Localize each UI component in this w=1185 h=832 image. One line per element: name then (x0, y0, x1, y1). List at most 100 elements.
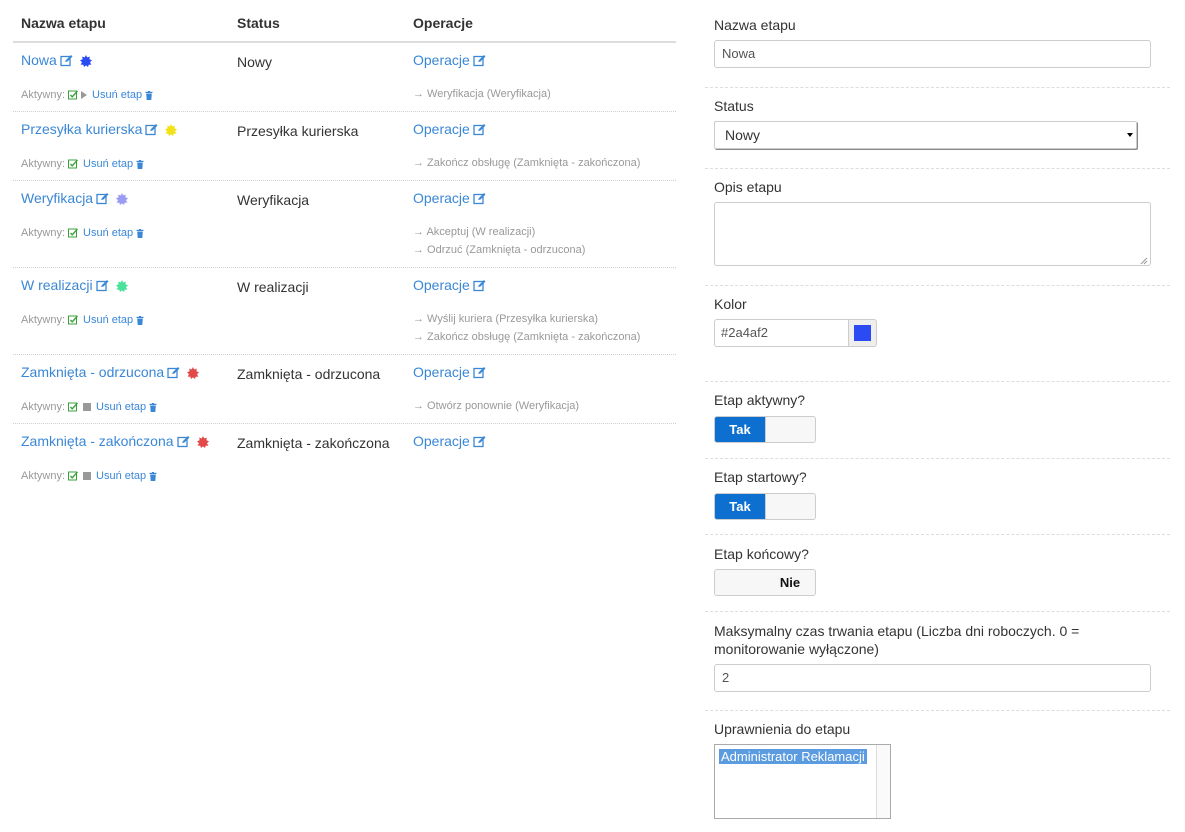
transition-item: → Weryfikacja (Weryfikacja) (413, 88, 551, 100)
color-input[interactable]: #2a4af2 (714, 319, 849, 347)
stage-name-link[interactable]: Zamknięta - zakończona (21, 433, 209, 449)
delete-stage-link[interactable]: Usuń etap (92, 89, 153, 101)
delete-stage-link[interactable]: Usuń etap (83, 227, 144, 239)
edit-icon[interactable] (60, 54, 73, 67)
stage-name[interactable]: Zamknięta - odrzucona (21, 364, 164, 380)
stage-meta: Aktywny: Usuń etap (21, 470, 157, 482)
operations-label[interactable]: Operacje (413, 190, 470, 206)
operations-link[interactable]: Operacje (413, 364, 486, 380)
transitions-list: → Zakończ obsługę (Zamknięta - zakończon… (413, 154, 640, 172)
edit-icon[interactable] (473, 435, 486, 448)
stage-name[interactable]: Weryfikacja (21, 190, 93, 206)
stage-row: Nowa Nowy Operacje Aktywny: Usuń etap → Weryf… (13, 43, 676, 112)
stage-meta: Aktywny: Usuń etap (21, 227, 144, 239)
delete-stage-link[interactable]: Usuń etap (83, 158, 144, 170)
stage-status: Weryfikacja (237, 192, 310, 208)
operations-label[interactable]: Operacje (413, 433, 470, 449)
transitions-list: → Wyślij kuriera (Przesyłka kurierska) → … (413, 310, 640, 346)
operations-label[interactable]: Operacje (413, 364, 470, 380)
edit-icon[interactable] (167, 366, 180, 379)
stage-name-link[interactable]: Zamknięta - odrzucona (21, 364, 200, 380)
delete-label[interactable]: Usuń etap (83, 227, 133, 239)
stage-name-input[interactable]: Nowa (714, 40, 1151, 68)
delete-label[interactable]: Usuń etap (83, 158, 133, 170)
end-toggle[interactable]: Nie (714, 569, 816, 596)
chevron-down-icon (1127, 133, 1133, 137)
delete-label[interactable]: Usuń etap (96, 470, 146, 482)
check-icon (68, 402, 79, 412)
color-picker-button[interactable] (848, 319, 877, 347)
edit-icon[interactable] (473, 279, 486, 292)
color-dot-icon (115, 279, 128, 292)
check-icon (68, 471, 79, 481)
start-toggle[interactable]: Tak (714, 493, 816, 520)
status-select[interactable]: Nowy (714, 121, 1137, 149)
stage-row: Weryfikacja Weryfikacja Operacje Aktywny: Us… (13, 181, 676, 268)
status-group: Status Nowy (705, 88, 1170, 169)
operations-link[interactable]: Operacje (413, 121, 486, 137)
stage-name[interactable]: W realizacji (21, 277, 93, 293)
edit-icon[interactable] (473, 54, 486, 67)
resize-grip-icon[interactable] (1140, 257, 1148, 265)
color-dot-icon (187, 366, 200, 379)
transitions-list: → Weryfikacja (Weryfikacja) (413, 85, 551, 103)
active-label: Aktywny: (21, 314, 66, 326)
description-textarea[interactable] (714, 202, 1151, 266)
delete-label[interactable]: Usuń etap (83, 314, 133, 326)
toggle-knob (715, 570, 766, 595)
maxtime-label: Maksymalny czas trwania etapu (Liczba dn… (714, 623, 1080, 657)
edit-icon[interactable] (473, 123, 486, 136)
end-toggle-off: Nie (765, 570, 815, 595)
stage-status: W realizacji (237, 279, 309, 295)
stage-row: Zamknięta - zakończona Zamknięta - zakońc… (13, 424, 676, 493)
active-toggle[interactable]: Tak (714, 416, 816, 443)
start-toggle-on: Tak (715, 494, 765, 519)
transition-item: → Otwórz ponownie (Weryfikacja) (413, 400, 580, 412)
permissions-listbox[interactable]: Administrator Reklamacji (714, 744, 891, 819)
trash-icon (145, 90, 153, 100)
active-label: Aktywny: (21, 470, 66, 482)
stage-name[interactable]: Zamknięta - zakończona (21, 433, 174, 449)
color-group: Kolor #2a4af2 (705, 286, 1170, 382)
operations-link[interactable]: Operacje (413, 190, 486, 206)
operations-link[interactable]: Operacje (413, 433, 486, 449)
edit-icon[interactable] (473, 366, 486, 379)
stage-name[interactable]: Nowa (21, 52, 57, 68)
transition-item: → Akceptuj (W realizacji) (413, 226, 536, 238)
operations-link[interactable]: Operacje (413, 52, 486, 68)
operations-label[interactable]: Operacje (413, 121, 470, 137)
operations-link[interactable]: Operacje (413, 277, 486, 293)
maxtime-input[interactable]: 2 (714, 664, 1151, 692)
maxtime-group: Maksymalny czas trwania etapu (Liczba dn… (705, 612, 1170, 711)
edit-icon[interactable] (145, 123, 158, 136)
edit-icon[interactable] (473, 192, 486, 205)
edit-icon[interactable] (95, 279, 109, 292)
delete-stage-link[interactable]: Usuń etap (83, 314, 144, 326)
toggle-knob (765, 417, 815, 442)
stage-meta: Aktywny: Usuń etap (21, 314, 144, 326)
trash-icon (149, 402, 157, 412)
trash-icon (149, 471, 157, 481)
stage-row: Przesyłka kurierska Przesyłka kurierska Op… (13, 112, 676, 181)
permission-option[interactable]: Administrator Reklamacji (719, 749, 867, 764)
permissions-group: Uprawnienia do etapu Administrator Rekla… (705, 711, 1170, 832)
edit-icon[interactable] (96, 192, 109, 205)
stage-meta: Aktywny: Usuń etap (21, 89, 153, 101)
delete-label[interactable]: Usuń etap (96, 401, 146, 413)
play-icon (81, 91, 88, 99)
stage-name-link[interactable]: Weryfikacja (21, 190, 129, 206)
stage-name-link[interactable]: W realizacji (21, 277, 128, 293)
delete-label[interactable]: Usuń etap (92, 89, 142, 101)
delete-stage-link[interactable]: Usuń etap (96, 470, 157, 482)
operations-label[interactable]: Operacje (413, 52, 470, 68)
delete-stage-link[interactable]: Usuń etap (96, 401, 157, 413)
edit-icon[interactable] (176, 435, 190, 448)
stage-name-link[interactable]: Nowa (21, 52, 92, 68)
color-label: Kolor (714, 296, 747, 312)
active-label: Aktywny: (21, 401, 66, 413)
stage-name-link[interactable]: Przesyłka kurierska (21, 121, 178, 137)
listbox-scrollbar[interactable] (876, 745, 890, 818)
stage-name[interactable]: Przesyłka kurierska (21, 121, 142, 137)
operations-label[interactable]: Operacje (413, 277, 470, 293)
check-icon (68, 315, 79, 325)
